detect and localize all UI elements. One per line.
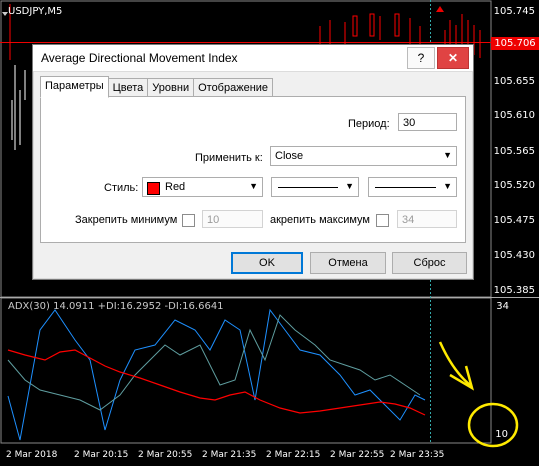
- chevron-down-icon: ▼: [443, 181, 452, 191]
- apply-to-select[interactable]: Close ▼: [270, 146, 457, 166]
- fix-min-label: Закрепить минимум: [75, 214, 178, 226]
- color-select[interactable]: Red ▼: [142, 177, 263, 197]
- fix-max-input[interactable]: 34: [397, 210, 457, 228]
- tab-colors[interactable]: Цвета: [107, 78, 149, 98]
- line-width-sample: [375, 187, 436, 188]
- price-label: 105.475: [493, 215, 535, 226]
- color-name: Red: [165, 181, 186, 193]
- triangle-marker-icon: [436, 6, 444, 12]
- annotation-circle-scale: [467, 402, 519, 448]
- dialog-title: Average Directional Movement Index: [41, 51, 238, 65]
- color-swatch: [147, 182, 160, 195]
- plus-di-line: [7, 314, 421, 411]
- period-label: Период:: [348, 118, 390, 130]
- price-label: 105.430: [493, 250, 535, 261]
- indicator-label: ADX(30) 14.0911 +DI:16.2952 -DI:16.6641: [8, 301, 224, 312]
- adx-line: [7, 308, 426, 441]
- line-style-select[interactable]: ▼: [271, 177, 359, 197]
- annotation-arrow-bottom: [438, 341, 475, 391]
- close-button[interactable]: ✕: [437, 47, 469, 69]
- price-label: 105.520: [493, 180, 535, 191]
- time-label: 2 Mar 2018: [6, 450, 58, 460]
- time-label: 2 Mar 22:55: [330, 450, 385, 460]
- dialog-titlebar[interactable]: Average Directional Movement Index ? ✕: [33, 45, 473, 72]
- chevron-down-icon: ▼: [443, 150, 452, 160]
- ok-button[interactable]: OK: [231, 252, 303, 274]
- indicator-window-border: [0, 297, 492, 444]
- fix-min-input[interactable]: 10: [202, 210, 263, 228]
- tab-levels[interactable]: Уровни: [147, 78, 195, 98]
- chevron-down-icon: ▼: [249, 181, 258, 191]
- minus-di-line: [7, 349, 426, 416]
- price-label: 105.610: [493, 110, 535, 121]
- price-label: 105.385: [493, 285, 535, 296]
- time-label: 2 Mar 22:15: [266, 450, 321, 460]
- time-label: 2 Mar 21:35: [202, 450, 257, 460]
- time-label: 2 Mar 20:55: [138, 450, 193, 460]
- cancel-button[interactable]: Отмена: [310, 252, 386, 274]
- indicator-scale-top: 34: [496, 301, 509, 312]
- indicator-settings-dialog: Average Directional Movement Index ? ✕ П…: [32, 44, 474, 280]
- fix-min-checkbox[interactable]: [182, 214, 195, 227]
- fix-max-checkbox[interactable]: [376, 214, 389, 227]
- style-label: Стиль:: [104, 182, 139, 194]
- chevron-down-icon: ▼: [345, 181, 354, 191]
- price-label: 105.745: [493, 6, 535, 17]
- reset-button[interactable]: Сброс: [392, 252, 467, 274]
- current-price-marker: 105.706: [491, 37, 539, 50]
- line-style-sample: [278, 187, 338, 188]
- line-width-select[interactable]: ▼: [368, 177, 457, 197]
- help-button[interactable]: ?: [407, 47, 435, 69]
- apply-to-label: Применить к:: [195, 152, 263, 164]
- parameters-panel: Период: 30 Применить к: Close ▼ Стиль: R…: [40, 96, 466, 243]
- tab-parameters[interactable]: Параметры: [40, 76, 109, 98]
- indicator-scale-bottom: 10: [495, 429, 508, 440]
- apply-to-value: Close: [275, 150, 304, 162]
- price-label: 105.565: [493, 146, 535, 157]
- tab-display[interactable]: Отображение: [193, 78, 274, 98]
- period-input[interactable]: 30: [398, 113, 457, 131]
- tab-bar: Параметры Цвета Уровни Отображение: [40, 76, 274, 98]
- symbol-label: USDJPY,M5: [8, 6, 63, 17]
- fix-max-label: акрепить максимум: [270, 214, 370, 226]
- time-label: 2 Mar 20:15: [74, 450, 129, 460]
- time-label: 2 Mar 23:35: [390, 450, 445, 460]
- price-label: 105.655: [493, 76, 535, 87]
